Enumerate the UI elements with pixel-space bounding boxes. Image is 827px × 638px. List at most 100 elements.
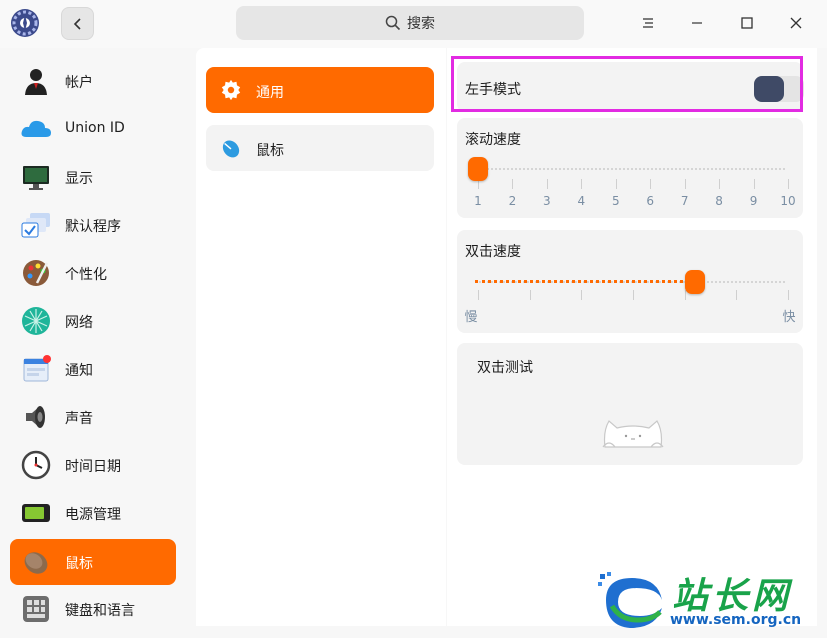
minimize-button[interactable] xyxy=(683,9,711,37)
scroll-speed-label: 滚动速度 xyxy=(465,132,521,148)
maximize-icon xyxy=(741,17,753,29)
double-click-speed-fill xyxy=(475,280,695,283)
double-click-speed-tick xyxy=(736,290,738,300)
cat-face-icon xyxy=(602,420,664,448)
sidebar-item-keyboard[interactable]: 键盘和语言 xyxy=(10,586,176,632)
nav-item-mouse[interactable]: 鼠标 xyxy=(206,125,434,171)
search-input[interactable]: 搜索 xyxy=(236,6,584,40)
sidebar-item-label: 帐户 xyxy=(65,75,93,91)
scroll-speed-track xyxy=(475,168,785,170)
minimize-icon xyxy=(692,22,702,24)
nav-item-general[interactable]: 通用 xyxy=(206,67,434,113)
settings-app-icon xyxy=(11,9,39,37)
sidebar-item-label: 键盘和语言 xyxy=(65,603,135,619)
mouse-settings-nav: 通用 鼠标 xyxy=(196,48,446,626)
close-button[interactable] xyxy=(782,9,810,37)
double-click-speed-tick xyxy=(478,290,479,300)
search-icon xyxy=(385,15,401,31)
sidebar-item-label: 默认程序 xyxy=(65,219,121,235)
sidebar-item-union-id[interactable]: Union ID xyxy=(10,106,176,152)
maximize-button[interactable] xyxy=(733,9,761,37)
scroll-speed-tick xyxy=(753,179,755,189)
scroll-speed-tick-label: 7 xyxy=(680,194,689,208)
scroll-speed-tick-label: 2 xyxy=(508,194,517,208)
watermark: 站长网 www.sem.org.cn xyxy=(594,566,827,638)
scroll-speed-tick-label: 9 xyxy=(749,194,758,208)
sidebar-item-label: 个性化 xyxy=(65,267,107,283)
sidebar: 帐户 Union ID 显示 默认程序 个性化 网络 通知 声音 时间日期 电源… xyxy=(0,48,186,638)
chevron-left-icon xyxy=(73,17,81,30)
scroll-speed-tick xyxy=(512,179,514,189)
watermark-logo-icon xyxy=(598,572,662,628)
mouse-icon xyxy=(222,140,240,158)
menu-button[interactable] xyxy=(634,9,662,37)
double-click-speed-slider-handle[interactable] xyxy=(685,270,705,294)
sidebar-item-label: 通知 xyxy=(65,363,93,379)
sidebar-item-label: 显示 xyxy=(65,171,93,187)
double-click-test-card[interactable]: 双击测试 xyxy=(457,343,803,465)
close-icon xyxy=(790,17,802,29)
sidebar-item-network[interactable]: 网络 xyxy=(10,298,176,344)
settings-window: 搜索 帐户 Union ID 显示 默认程序 个性化 网络 通知 声音 时间日期… xyxy=(0,0,827,638)
nav-item-label: 通用 xyxy=(256,85,284,101)
double-click-speed-card: 双击速度 慢 快 xyxy=(457,230,803,333)
double-click-speed-tick xyxy=(633,290,634,300)
scroll-speed-slider-handle[interactable] xyxy=(468,157,488,181)
back-button[interactable] xyxy=(61,7,94,40)
title-bar: 搜索 xyxy=(0,0,827,48)
gear-icon xyxy=(221,79,241,101)
sidebar-item-display[interactable]: 显示 xyxy=(10,154,176,200)
left-hand-mode-card: 左手模式 xyxy=(457,62,804,112)
scroll-speed-tick xyxy=(788,179,789,189)
sidebar-item-label: 鼠标 xyxy=(65,556,93,572)
watermark-url: www.sem.org.cn xyxy=(670,612,802,628)
nav-item-label: 鼠标 xyxy=(256,143,284,159)
scroll-speed-tick xyxy=(615,179,617,189)
search-placeholder: 搜索 xyxy=(407,16,435,32)
sidebar-item-personalization[interactable]: 个性化 xyxy=(10,250,176,296)
double-click-speed-label: 双击速度 xyxy=(465,244,521,260)
sidebar-item-label: 声音 xyxy=(65,411,93,427)
scroll-speed-tick xyxy=(546,179,548,189)
menu-icon xyxy=(643,18,653,28)
notification-icon xyxy=(23,355,51,382)
mouse-icon xyxy=(24,552,48,574)
sidebar-item-account[interactable]: 帐户 xyxy=(10,58,176,104)
scroll-speed-tick-label: 10 xyxy=(780,194,796,208)
left-hand-mode-label: 左手模式 xyxy=(465,82,521,98)
sidebar-item-datetime[interactable]: 时间日期 xyxy=(10,442,176,488)
general-settings-panel: 左手模式 滚动速度 1 2 3 4 5 6 7 8 9 10 双击速度 慢 快 双击测试 xyxy=(447,48,817,626)
clock-icon xyxy=(21,450,51,480)
sidebar-item-label: 网络 xyxy=(65,315,93,331)
scroll-speed-tick-label: 5 xyxy=(611,194,620,208)
double-click-speed-tick xyxy=(788,290,789,300)
slow-label: 慢 xyxy=(464,310,478,325)
sidebar-item-label: 电源管理 xyxy=(65,507,121,523)
double-click-speed-tick xyxy=(529,290,531,300)
account-icon xyxy=(25,69,47,95)
sidebar-item-notification[interactable]: 通知 xyxy=(10,346,176,392)
sidebar-item-label: 时间日期 xyxy=(65,459,121,475)
network-icon xyxy=(22,307,50,335)
cloud-icon xyxy=(21,120,51,137)
fast-label: 快 xyxy=(782,310,796,325)
default-apps-icon xyxy=(21,213,50,238)
battery-icon xyxy=(22,504,50,522)
sidebar-item-sound[interactable]: 声音 xyxy=(10,394,176,440)
scroll-speed-tick-label: 6 xyxy=(646,194,655,208)
scroll-speed-tick xyxy=(581,179,583,189)
double-click-speed-tick xyxy=(581,290,583,300)
sidebar-item-label: Union ID xyxy=(65,120,125,136)
sidebar-item-power[interactable]: 电源管理 xyxy=(10,490,176,536)
speaker-icon xyxy=(26,406,45,428)
left-hand-mode-toggle[interactable] xyxy=(754,76,804,102)
double-click-test-label: 双击测试 xyxy=(477,360,533,376)
sidebar-item-default-apps[interactable]: 默认程序 xyxy=(10,202,176,248)
scroll-speed-card: 滚动速度 1 2 3 4 5 6 7 8 9 10 xyxy=(457,118,803,218)
toggle-knob xyxy=(754,76,784,102)
sidebar-item-mouse[interactable]: 鼠标 xyxy=(10,539,176,585)
scroll-speed-tick-label: 3 xyxy=(543,194,551,208)
scroll-speed-tick xyxy=(650,179,652,189)
scroll-speed-tick-label: 8 xyxy=(715,194,723,208)
scroll-speed-tick xyxy=(684,179,686,189)
